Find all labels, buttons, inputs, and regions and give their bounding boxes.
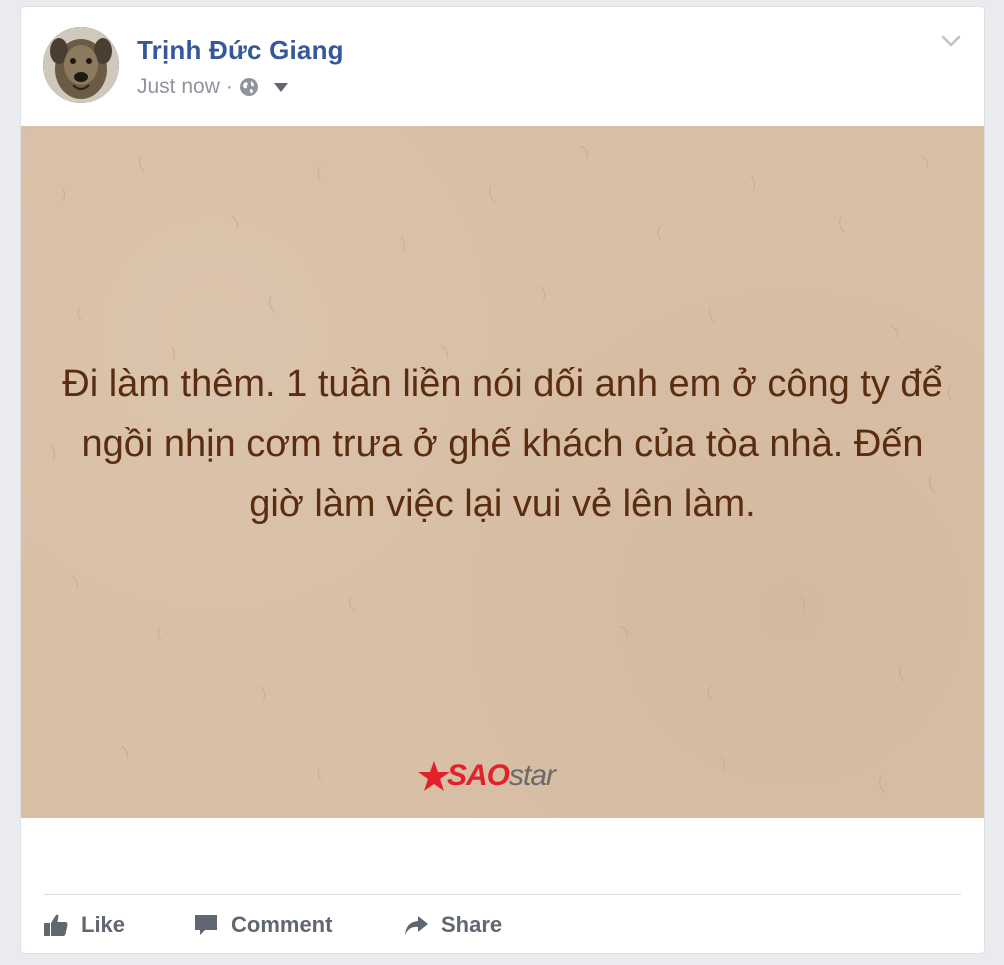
- comment-icon: [195, 915, 217, 935]
- dog-avatar-image: [43, 27, 119, 103]
- actions-divider: [44, 894, 961, 895]
- post-actions: Like Comment Share: [43, 905, 553, 945]
- watermark-sao: SAO: [447, 759, 510, 792]
- author-name[interactable]: Trịnh Đức Giang: [137, 35, 344, 66]
- background-post: Đi làm thêm. 1 tuần liền nói dối anh em …: [21, 126, 984, 818]
- post-options-chevron-icon[interactable]: [940, 33, 962, 49]
- like-button[interactable]: Like: [43, 905, 193, 945]
- thumbs-up-icon: [44, 914, 68, 936]
- star-logo-icon: [418, 761, 450, 791]
- meta-separator: ·: [225, 75, 233, 98]
- watermark-star: star: [509, 759, 556, 792]
- share-button[interactable]: Share: [403, 905, 553, 945]
- comment-label: Comment: [231, 912, 333, 937]
- saostar-watermark: SAO star: [417, 756, 587, 796]
- author-avatar[interactable]: [43, 27, 119, 103]
- share-arrow-icon: [405, 916, 428, 935]
- comment-button[interactable]: Comment: [193, 905, 403, 945]
- share-label: Share: [441, 912, 503, 937]
- post-meta: Just now ·: [137, 75, 289, 99]
- post-card: Trịnh Đức Giang Just now · Đi làm thêm. …: [20, 6, 985, 954]
- globe-icon[interactable]: [239, 77, 259, 97]
- privacy-dropdown-caret-icon[interactable]: [273, 81, 289, 93]
- timestamp[interactable]: Just now: [137, 75, 220, 99]
- like-label: Like: [81, 912, 126, 937]
- post-text: Đi làm thêm. 1 tuần liền nói dối anh em …: [62, 363, 943, 525]
